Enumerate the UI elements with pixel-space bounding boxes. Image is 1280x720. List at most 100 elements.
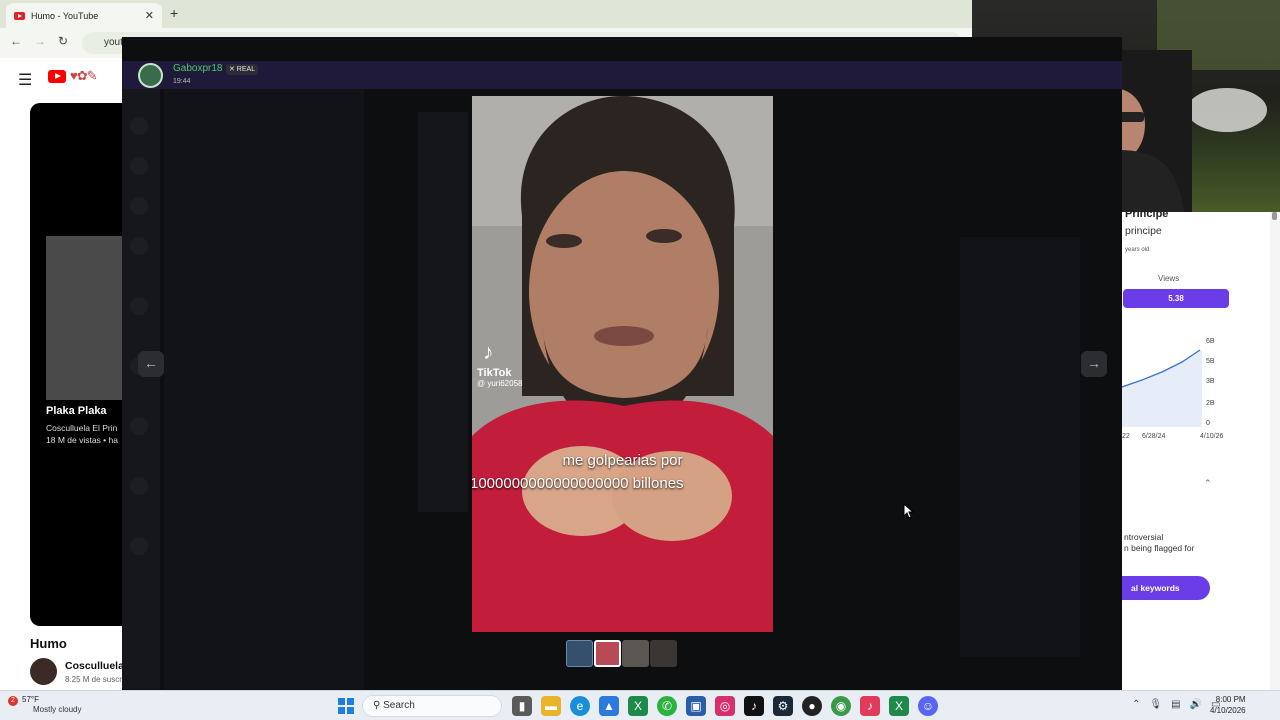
- browser-tab[interactable]: Humo - YouTube ✕: [6, 3, 162, 28]
- endscreen-card-meta: Cosculluela El Prin 18 M de vistas • ha: [46, 422, 122, 446]
- views-value: 5.38: [1123, 289, 1229, 308]
- server-icon: [130, 297, 148, 315]
- thumbnail[interactable]: [650, 640, 677, 667]
- channel-name[interactable]: Cosculluela: [65, 660, 124, 672]
- clock-date: 4/10/2026: [1210, 706, 1246, 715]
- endscreen-card-title[interactable]: Plaka Plaka: [46, 405, 107, 417]
- discord-icon[interactable]: ☺: [918, 696, 938, 716]
- tab-close-icon[interactable]: ✕: [145, 9, 154, 22]
- steam-icon[interactable]: ⚙: [773, 696, 793, 716]
- excel-icon[interactable]: X: [628, 696, 648, 716]
- endscreen-card[interactable]: [46, 236, 122, 400]
- username[interactable]: Gaboxpr18: [173, 63, 222, 74]
- taskbar-apps: ▮ ▬ e ▲ X ✆ ▣ ◎ ♪ ⚙ ● ◉ ♪ X ☺: [512, 696, 938, 716]
- microphone-icon[interactable]: 🎙: [1149, 699, 1162, 710]
- browser-tab-bar: Humo - YouTube ✕ +: [0, 0, 972, 28]
- youtube-logo-icon[interactable]: [48, 70, 66, 83]
- folder-icon[interactable]: ▬: [541, 696, 561, 716]
- user-avatar[interactable]: [138, 63, 163, 88]
- menu-icon[interactable]: ☰: [18, 70, 32, 90]
- caption-line: me golpearias por: [562, 452, 683, 469]
- channel-list: [164, 89, 364, 689]
- start-windows-icon[interactable]: [338, 698, 354, 714]
- tab-title: Humo - YouTube: [31, 10, 99, 21]
- back-icon[interactable]: ←: [10, 34, 22, 48]
- video-title: Humo: [30, 636, 67, 651]
- tray-expand-icon[interactable]: ⌃: [1132, 699, 1140, 710]
- edge-icon[interactable]: e: [570, 696, 590, 716]
- tiktok-watermark: TikTok: [477, 367, 512, 379]
- channel-avatar[interactable]: [30, 658, 57, 685]
- tiktok-logo-icon: ♪: [483, 341, 494, 364]
- description-line: ntroversial: [1124, 532, 1164, 542]
- stats-title: Principe: [1125, 212, 1169, 220]
- youtube-favicon-icon: [14, 11, 25, 20]
- app-icon[interactable]: ●: [802, 696, 822, 716]
- file-icon[interactable]: ▮: [512, 696, 532, 716]
- collapse-chevron-icon[interactable]: ⌃: [1204, 478, 1212, 489]
- store-icon[interactable]: ▣: [686, 696, 706, 716]
- channel-subscribers: 8.25 M de suscr: [65, 675, 122, 684]
- server-icon: [130, 417, 148, 435]
- x-tick: 4/10/26: [1200, 433, 1223, 440]
- search-icon: ⚲: [373, 700, 384, 711]
- stats-meta: years old: [1125, 247, 1150, 253]
- page-scrollbar[interactable]: [1270, 212, 1280, 690]
- server-icon: [130, 157, 148, 175]
- media-viewer-overlay: Gaboxpr18 ✕ REAL 19:44 ♪ TikTok @ yuri62…: [122, 37, 1122, 690]
- chat-area: [418, 112, 468, 512]
- forward-icon[interactable]: →: [34, 34, 46, 48]
- tiktok-icon[interactable]: ♪: [744, 696, 764, 716]
- weather-badge: 2: [8, 696, 18, 706]
- search-placeholder: Search: [383, 700, 415, 711]
- stats-description: ntroversial n being flagged for: [1124, 532, 1194, 554]
- thumbnail-strip: [566, 640, 677, 667]
- thumbnail[interactable]: [566, 640, 593, 667]
- taskbar: 2 57°F Mostly cloudy ⚲ Search ▮ ▬ e ▲ X …: [0, 690, 1280, 720]
- y-tick: 2B: [1206, 400, 1215, 407]
- y-tick: 0: [1206, 420, 1210, 427]
- viewer-header: [122, 61, 1122, 89]
- next-arrow-icon[interactable]: →: [1081, 351, 1107, 377]
- new-tab-button[interactable]: +: [170, 5, 178, 21]
- network-icon[interactable]: ▤: [1171, 699, 1180, 710]
- reload-icon[interactable]: ↻: [58, 34, 68, 48]
- page-scrollbar-thumb[interactable]: [1272, 212, 1277, 220]
- user-badge: ✕ REAL: [226, 64, 259, 75]
- system-tray: ⌃ 🎙 ▤ 🔊 ▭: [1132, 699, 1220, 710]
- y-tick: 5B: [1206, 358, 1215, 365]
- y-tick: 6B: [1206, 338, 1215, 345]
- excel-app-icon[interactable]: X: [889, 696, 909, 716]
- views-area: [1122, 350, 1202, 427]
- server-icon: [130, 477, 148, 495]
- mouse-cursor-icon: [903, 503, 915, 519]
- thumbnail[interactable]: [622, 640, 649, 667]
- instagram-icon[interactable]: ◎: [715, 696, 735, 716]
- clock-time: 8:00 PM: [1215, 695, 1246, 704]
- views-label: Views: [1158, 274, 1180, 283]
- whatsapp-icon[interactable]: ✆: [657, 696, 677, 716]
- server-icon: [130, 237, 148, 255]
- tiktok-app-icon[interactable]: ♪: [860, 696, 880, 716]
- message-time: 19:44: [173, 78, 191, 85]
- media-image[interactable]: ♪ TikTok @ yuri62058 me golpearias por 1…: [472, 96, 773, 632]
- card-views: 18 M de vistas • ha: [46, 435, 118, 445]
- keywords-button[interactable]: al keywords: [1122, 576, 1210, 600]
- views-chart: 6B 5B 3B 2B 0 22 6/28/24 4/10/26: [1122, 338, 1223, 440]
- clock[interactable]: 8:00 PM 4/10/2026: [1210, 694, 1246, 716]
- chrome-icon[interactable]: ◉: [831, 696, 851, 716]
- x-tick: 22: [1122, 433, 1130, 440]
- member-list: [960, 237, 1080, 657]
- y-tick: 3B: [1206, 378, 1215, 385]
- weather-description: Mostly cloudy: [33, 705, 82, 714]
- thumbnail-selected[interactable]: [594, 640, 621, 667]
- server-icon: [130, 537, 148, 555]
- tiktok-handle: @ yuri62058: [477, 379, 523, 388]
- card-channel: Cosculluela El Prin: [46, 423, 118, 433]
- volume-icon[interactable]: 🔊: [1190, 699, 1202, 710]
- logo-doodle-icon: ♥✿✎: [70, 68, 97, 83]
- previous-arrow-icon[interactable]: ←: [138, 351, 164, 377]
- x-tick: 6/28/24: [1142, 433, 1165, 440]
- taskbar-search[interactable]: ⚲ Search: [362, 695, 502, 717]
- twitter-icon[interactable]: ▲: [599, 696, 619, 716]
